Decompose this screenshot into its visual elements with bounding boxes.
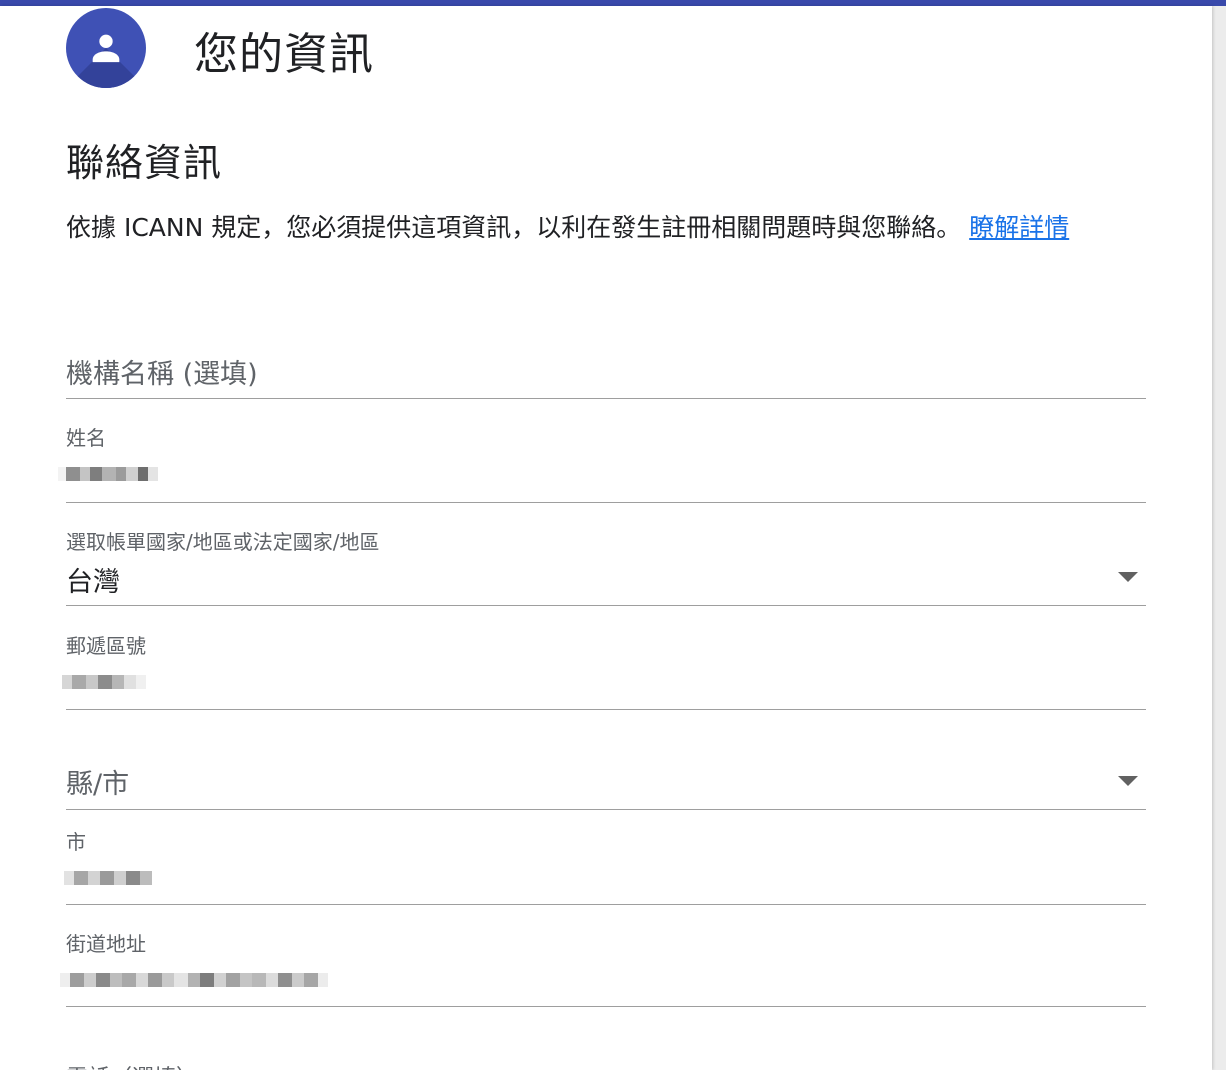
person-icon [92, 34, 120, 63]
county-select[interactable]: 縣/市 [66, 748, 1146, 810]
country-label: 選取帳單國家/地區或法定國家/地區 [66, 530, 380, 554]
name-value-redacted [58, 454, 158, 494]
contact-info-card: 您的資訊 聯絡資訊 依據 ICANN 規定，您必須提供這項資訊，以利在發生註冊相… [0, 6, 1212, 1070]
learn-more-link[interactable]: 瞭解詳情 [969, 213, 1069, 242]
country-value: 台灣 [66, 567, 120, 598]
avatar [66, 8, 146, 88]
county-placeholder: 縣/市 [66, 769, 130, 800]
city-value-redacted [64, 858, 152, 898]
street-address-label: 街道地址 [66, 932, 146, 956]
chevron-down-icon [1118, 572, 1138, 582]
postal-code-field[interactable]: 郵遞區號 [62, 624, 1146, 710]
chevron-down-icon [1118, 776, 1138, 786]
city-label: 市 [66, 830, 86, 854]
description-text: 依據 ICANN 規定，您必須提供這項資訊，以利在發生註冊相關問題時與您聯絡。 [66, 213, 962, 242]
section-title: 聯絡資訊 [66, 141, 223, 185]
country-select[interactable]: 選取帳單國家/地區或法定國家/地區 台灣 [66, 520, 1146, 606]
street-address-value-redacted [60, 960, 328, 1000]
street-address-field[interactable]: 街道地址 [60, 924, 1146, 1007]
name-label: 姓名 [66, 426, 106, 450]
page-title: 您的資訊 [194, 29, 374, 80]
postal-code-value-redacted [62, 662, 146, 702]
postal-code-label: 郵遞區號 [66, 634, 146, 658]
organization-field[interactable]: 機構名稱 (選填) [66, 342, 1146, 399]
name-field[interactable]: 姓名 [58, 418, 1146, 503]
section-description: 依據 ICANN 規定，您必須提供這項資訊，以利在發生註冊相關問題時與您聯絡。 … [66, 208, 1156, 248]
organization-placeholder: 機構名稱 (選填) [66, 359, 258, 390]
city-field[interactable]: 市 [64, 822, 1146, 905]
next-field-label: 電話（選填） [66, 1060, 198, 1070]
